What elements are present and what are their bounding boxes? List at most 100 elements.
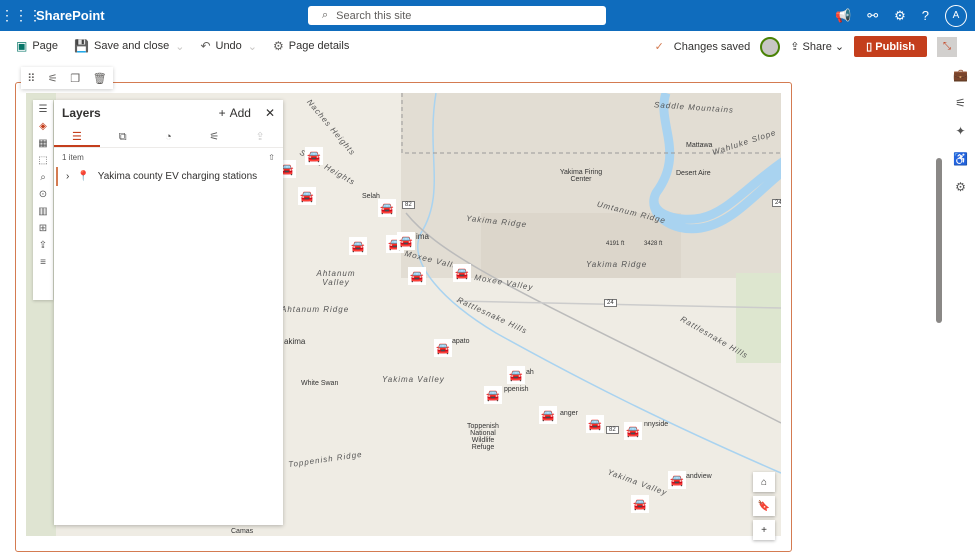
check-icon: ✓ [654,41,664,53]
user-avatar[interactable] [760,36,781,57]
toolbox-icon[interactable]: 💼 [953,68,968,82]
delete-icon[interactable]: 🗑 [93,72,107,85]
ev-station-marker[interactable]: 🚘 [378,199,396,217]
undo-icon: ↶ [200,39,211,53]
add-layer-button[interactable]: + Add [219,106,251,120]
accessibility-icon[interactable]: ♿ [953,152,968,166]
town-label: anger [560,410,578,417]
tab-layer-list[interactable]: ☰ [54,126,100,147]
save-label: Save and close [94,40,170,52]
town-label: Mattawa [686,142,713,149]
ev-station-marker[interactable]: 🚘 [305,147,323,165]
menu-icon[interactable]: ☰ [39,104,48,115]
tab-filters[interactable]: ⚟ [191,126,237,147]
chart-icon[interactable]: ▥ [38,206,47,217]
elevation-label: 3428 ft [644,241,663,247]
chevron-down-icon[interactable]: ⌄ [248,40,257,53]
close-icon[interactable]: ✕ [265,106,275,120]
share-label: Share [802,41,832,53]
save-close-button[interactable]: 💾 Save and close [74,39,169,53]
town-label: ppenish [504,386,529,393]
item-count: 1 item [62,153,84,162]
chevron-right-icon[interactable]: › [66,171,69,182]
duplicate-icon[interactable]: ❐ [70,72,80,85]
publish-label: Publish [875,41,915,53]
app-name[interactable]: SharePoint [36,8,105,23]
properties-icon[interactable]: ⚟ [955,96,966,110]
right-toolbox: 💼 ⚟ ✦ ♿ ⚙ [946,62,975,194]
page-icon: ▣ [16,39,28,53]
map-tool-strip: ☰ ◈ ▦ ⬚ ⌕ ⊙ ▥ ⊞ ⇪ ≡ [33,100,53,300]
search-icon: ⌕ [322,9,329,21]
search-placeholder: Search this site [336,9,412,22]
ev-station-marker[interactable]: 🚘 [453,264,471,282]
map-icon[interactable]: ⊞ [39,223,47,234]
upload-icon[interactable]: ⇧ [268,153,275,162]
ev-station-marker[interactable]: 🚘 [408,267,426,285]
layer-item[interactable]: › 📍 Yakima county EV charging stations [56,167,283,186]
bookmark-icon[interactable]: 🔖 [753,496,775,516]
ev-station-marker[interactable]: 🚘 [631,495,649,513]
design-ideas-icon[interactable]: ✦ [955,124,965,138]
drag-handle-icon[interactable]: ⠿ [27,72,35,85]
plus-icon: + [218,106,226,120]
layer-name: Yakima county EV charging stations [97,171,258,182]
map-label: Yakima Ridge [586,260,648,269]
home-icon[interactable]: ⌂ [753,472,775,492]
share-icon[interactable]: ⇪ [39,240,47,251]
select-icon[interactable]: ⬚ [38,155,47,166]
town-label: White Swan [301,380,339,387]
layers-icon[interactable]: ◈ [39,121,47,132]
webpart-toolbar: ⠿ ⚟ ❐ 🗑 [21,67,113,89]
ev-station-marker[interactable]: 🚘 [586,415,604,433]
gear-icon: ⚙ [273,39,284,53]
search-icon[interactable]: ⌕ [40,172,46,183]
page-label: Page [32,40,59,52]
page-details-button[interactable]: ⚙ Page details [273,39,349,53]
town-label: akima [284,337,306,346]
ev-station-marker[interactable]: 🚘 [624,422,642,440]
avatar[interactable]: A [945,4,967,27]
settings-icon[interactable]: ⚙ [955,180,966,194]
collapse-icon[interactable]: ⤡ [937,36,957,57]
map-label: Ahtanum Ridge [281,305,350,314]
zoom-in-button[interactable]: + [753,520,775,540]
scrollbar[interactable] [936,158,942,323]
tab-styles[interactable]: ◔ [146,126,192,147]
publish-button[interactable]: ▯ Publish [854,36,927,57]
ev-station-marker[interactable]: 🚘 [349,237,367,255]
undo-label: Undo [215,40,242,52]
route-shield: 24 [604,299,617,307]
ev-station-marker[interactable]: 🚘 [298,187,316,205]
ev-station-marker[interactable]: 🚘 [397,232,415,250]
route-shield: 24 [772,199,781,207]
gear-icon[interactable]: ⚙ [894,8,906,24]
share-button[interactable]: ⇪ Share ⌄ [790,40,844,53]
ev-station-marker[interactable]: 🚘 [434,339,452,357]
town-label: apato [452,338,470,345]
town-label: nnyside [644,421,669,428]
search-input[interactable]: ⌕ Search this site [308,6,606,25]
basemap-icon[interactable]: ▦ [38,138,47,149]
edit-properties-icon[interactable]: ⚟ [48,72,58,85]
suite-header: ⋮⋮⋮ SharePoint ⌕ Search this site 📢 ⚯ ⚙ ?… [0,0,975,31]
undo-button[interactable]: ↶ Undo [200,39,241,53]
share-sites-icon[interactable]: ⚯ [867,8,878,24]
chevron-down-icon[interactable]: ⌄ [175,40,184,53]
app-launcher-icon[interactable]: ⋮⋮⋮ [0,7,42,24]
town-label: andview [686,473,712,480]
save-icon: 💾 [74,39,89,53]
ev-station-marker[interactable]: 🚘 [507,366,525,384]
ev-station-marker[interactable]: 🚘 [484,386,502,404]
tab-export[interactable]: ⇪ [237,126,283,147]
route-shield: 82 [402,201,415,209]
tab-shapes[interactable]: ⧉ [100,126,146,147]
ev-station-marker[interactable]: 🚘 [539,406,557,424]
help-icon[interactable]: ? [922,8,929,23]
page-button[interactable]: ▣ Page [16,39,58,53]
megaphone-icon[interactable]: 📢 [835,8,851,24]
map-label: Yakima Valley [382,375,445,384]
ev-station-marker[interactable]: 🚘 [668,471,686,489]
location-search-icon[interactable]: ⊙ [39,189,47,200]
legend-icon[interactable]: ≡ [40,257,46,268]
